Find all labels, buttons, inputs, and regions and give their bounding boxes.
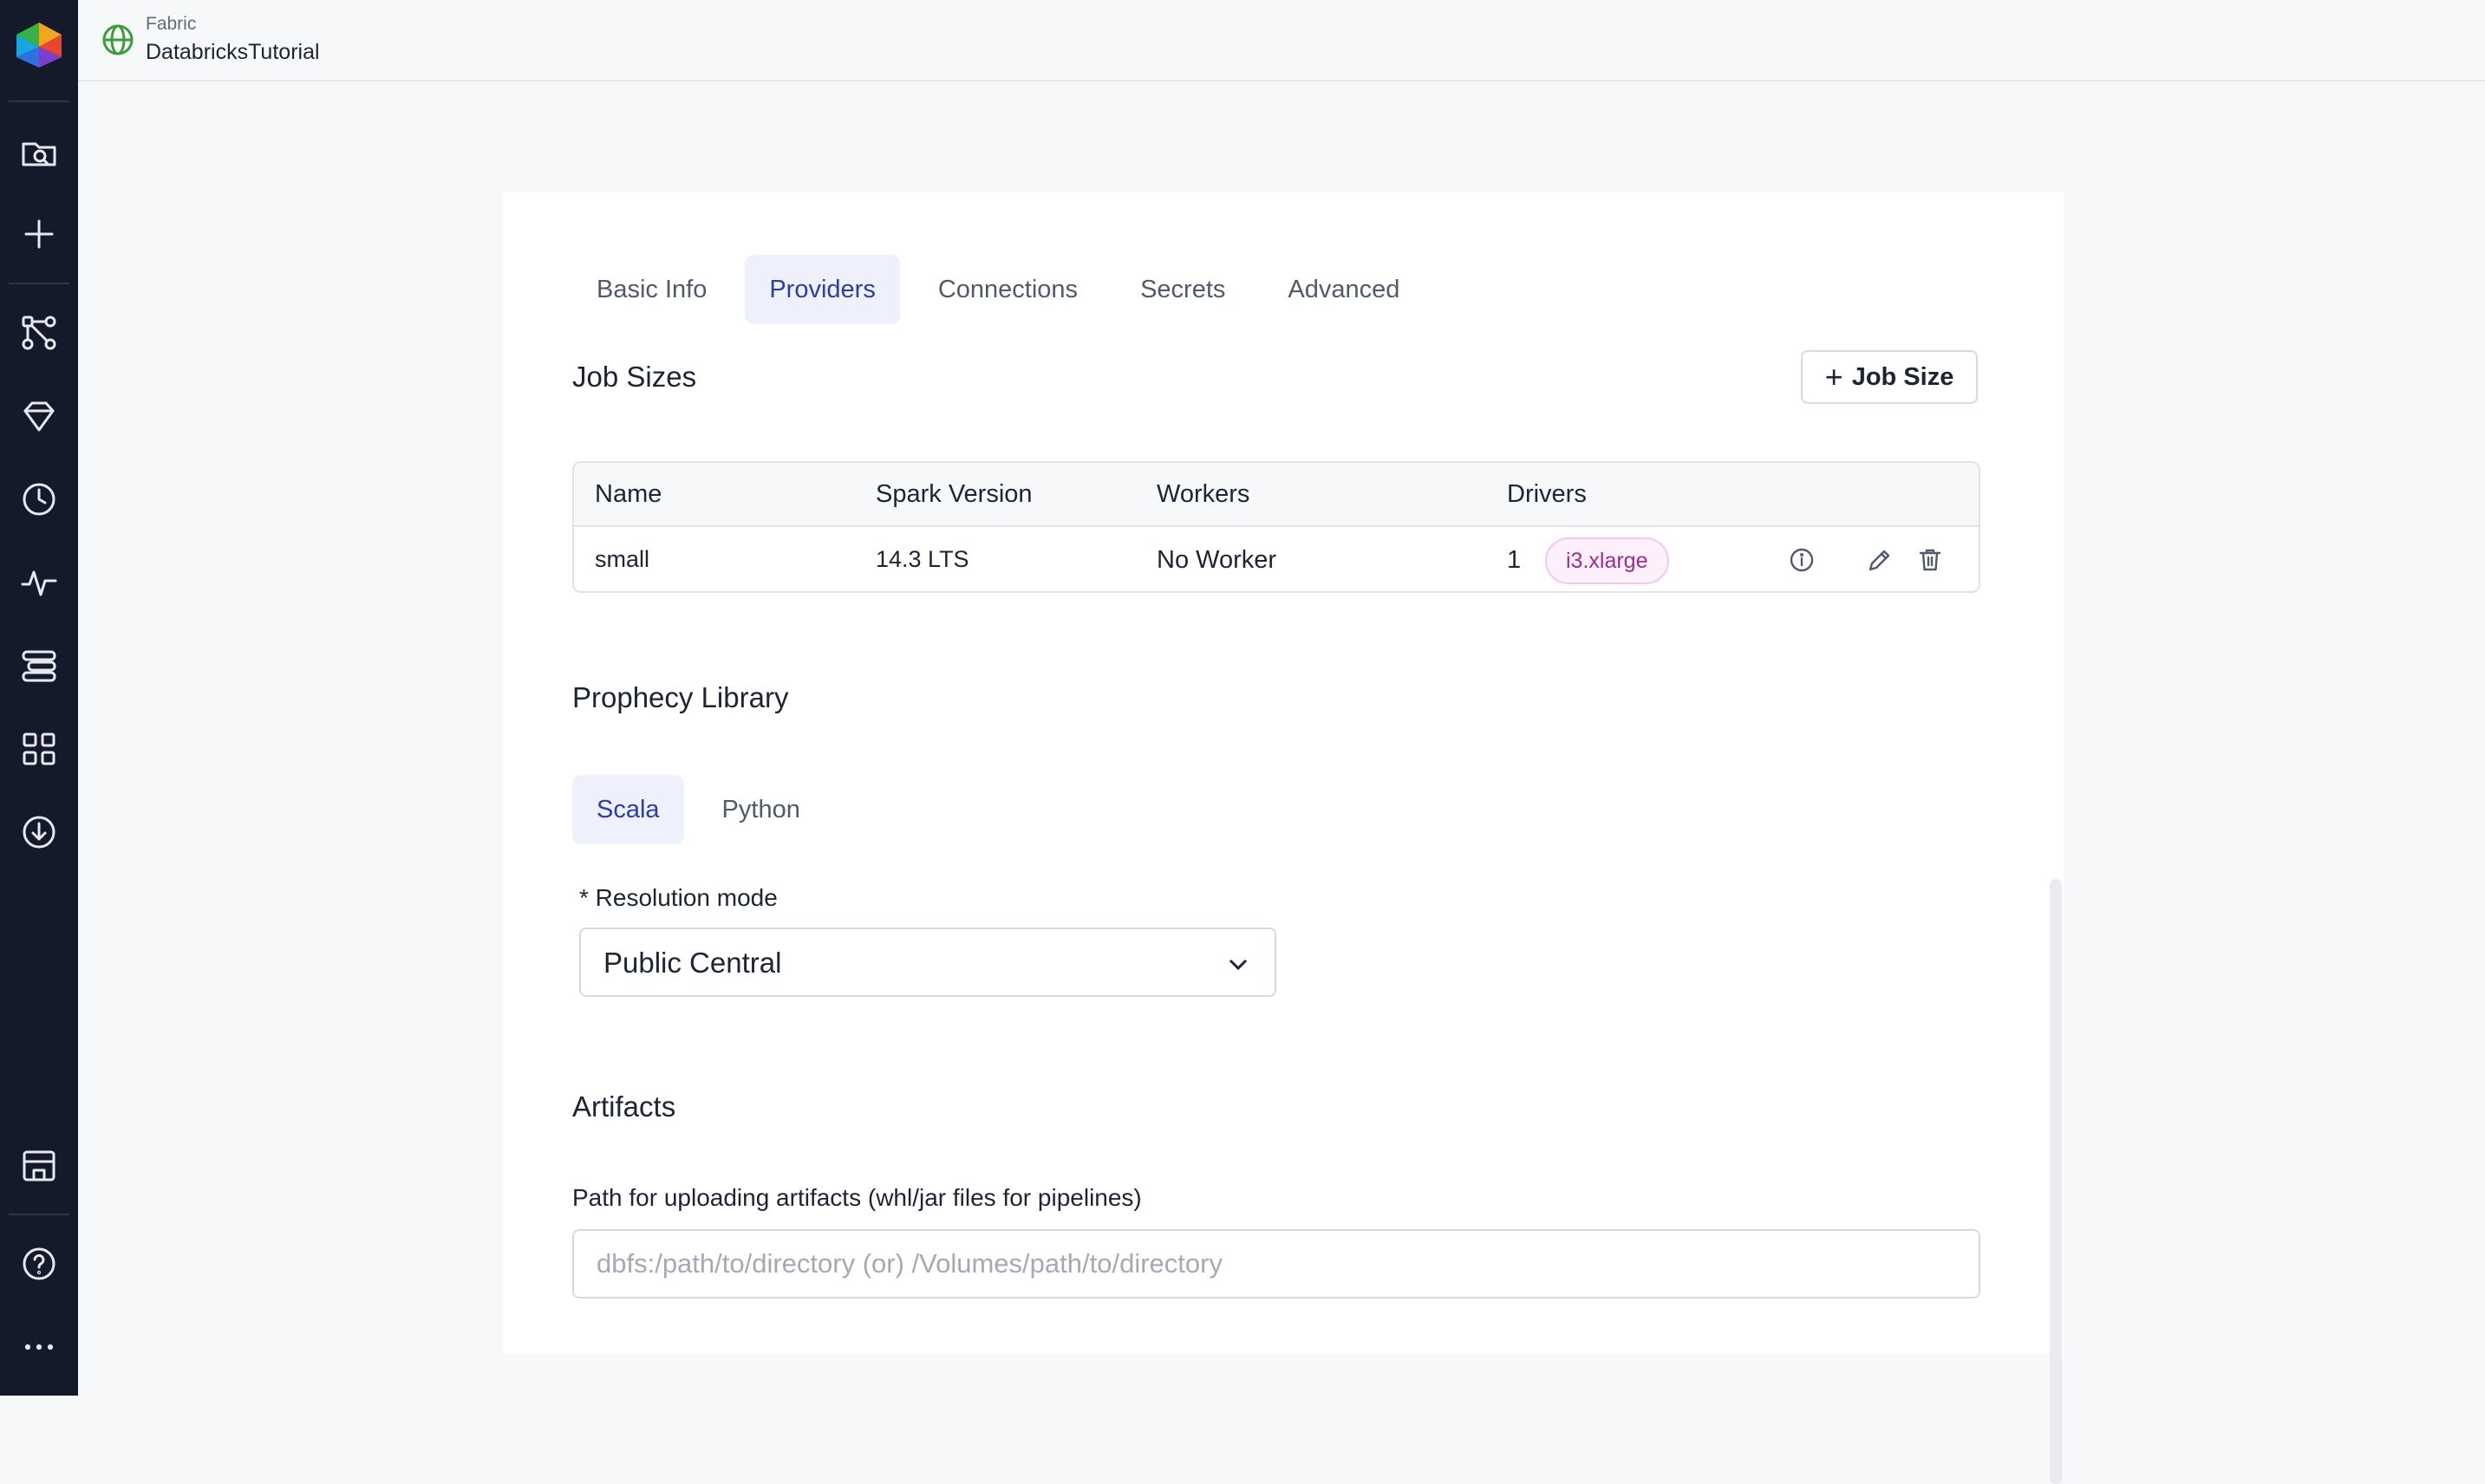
add-job-size-label: Job Size [1851, 362, 1954, 391]
pipeline-icon[interactable] [15, 309, 63, 357]
plus-icon: + [1824, 359, 1843, 394]
table-row[interactable]: small 14.3 LTS No Worker 1 i3.xlarge [574, 527, 1979, 591]
add-job-size-button[interactable]: + Job Size [1801, 350, 1978, 404]
trash-icon[interactable] [1914, 544, 1946, 576]
column-header-workers: Workers [1157, 480, 1250, 508]
sidebar [0, 0, 78, 1396]
help-icon[interactable] [15, 1240, 63, 1288]
top-bar: Fabric DatabricksTutorial [78, 0, 2485, 81]
activity-icon[interactable] [15, 558, 63, 607]
sidebar-divider [9, 1214, 69, 1215]
folder-search-icon[interactable] [15, 128, 63, 177]
fabric-kicker-label: Fabric [146, 14, 197, 34]
job-sizes-title: Job Sizes [572, 361, 697, 393]
job-size-spark-version: 14.3 LTS [876, 546, 969, 572]
driver-type-badge: i3.xlarge [1545, 537, 1669, 584]
scrollbar-thumb[interactable] [2050, 879, 2062, 1484]
tab-advanced[interactable]: Advanced [1263, 255, 1424, 324]
tab-providers[interactable]: Providers [745, 255, 900, 324]
tab-basic-info[interactable]: Basic Info [572, 255, 731, 324]
job-size-drivers-count: 1 [1507, 546, 1522, 574]
grid-icon[interactable] [15, 725, 63, 773]
info-icon[interactable] [1786, 544, 1817, 576]
edit-icon[interactable] [1864, 544, 1895, 576]
artifacts-path-input[interactable] [572, 1229, 1980, 1298]
resolution-mode-label: * Resolution mode [579, 884, 778, 911]
job-size-workers: No Worker [1157, 546, 1277, 574]
clock-icon[interactable] [15, 475, 63, 524]
settings-tabs: Basic Info Providers Connections Secrets… [572, 255, 1438, 324]
stack-icon[interactable] [15, 641, 63, 690]
tab-secrets[interactable]: Secrets [1116, 255, 1249, 324]
tab-python[interactable]: Python [698, 775, 825, 844]
column-header-drivers: Drivers [1507, 480, 1587, 508]
artifacts-path-label: Path for uploading artifacts (whl/jar fi… [572, 1184, 1142, 1211]
sidebar-divider [9, 283, 69, 284]
prophecy-logo-icon[interactable] [11, 21, 67, 69]
sidebar-divider [9, 101, 69, 102]
job-sizes-table: Name Spark Version Workers Drivers small… [572, 461, 1980, 593]
chevron-down-icon [1224, 950, 1252, 978]
more-icon[interactable] [15, 1323, 63, 1371]
download-icon[interactable] [15, 808, 63, 856]
library-language-tabs: Scala Python [572, 775, 838, 844]
column-header-spark-version: Spark Version [876, 480, 1033, 508]
store-icon[interactable] [15, 1141, 63, 1189]
settings-card: Basic Info Providers Connections Secrets… [503, 192, 2064, 1484]
tab-scala[interactable]: Scala [572, 775, 684, 844]
job-size-name: small [595, 546, 650, 572]
table-header: Name Spark Version Workers Drivers [574, 463, 1979, 527]
prophecy-library-title: Prophecy Library [572, 681, 789, 713]
artifacts-title: Artifacts [572, 1090, 676, 1123]
diamond-icon[interactable] [15, 392, 63, 440]
plus-icon[interactable] [15, 210, 63, 258]
column-header-name: Name [595, 480, 662, 508]
tab-connections[interactable]: Connections [914, 255, 1102, 324]
globe-icon [101, 23, 135, 57]
scrollbar[interactable] [2050, 879, 2062, 1484]
resolution-mode-value: Public Central [603, 947, 782, 979]
resolution-mode-select[interactable]: Public Central [579, 928, 1276, 997]
fabric-title: DatabricksTutorial [146, 40, 320, 64]
